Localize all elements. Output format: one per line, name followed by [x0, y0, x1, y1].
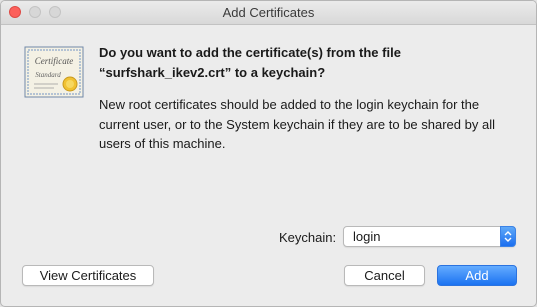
title-bar: Add Certificates	[1, 1, 536, 25]
popup-arrows-icon	[500, 226, 516, 247]
window-title: Add Certificates	[222, 5, 315, 20]
keychain-select[interactable]: login	[343, 226, 516, 247]
message-line-2: current user, or to the System keychain …	[99, 116, 495, 132]
svg-text:Standard: Standard	[35, 71, 61, 79]
add-button[interactable]: Add	[437, 265, 517, 286]
heading-line-1: Do you want to add the certificate(s) fr…	[99, 45, 401, 60]
svg-text:Certificate: Certificate	[35, 56, 74, 66]
keychain-selected-value: login	[353, 229, 381, 244]
dialog-heading: Do you want to add the certificate(s) fr…	[99, 43, 519, 83]
certificate-icon: Certificate Standard	[24, 46, 84, 98]
message-line-1: New root certificates should be added to…	[99, 97, 480, 112]
add-certificates-dialog: Add Certificates Certificate Standard Do…	[0, 0, 537, 307]
cancel-button[interactable]: Cancel	[344, 265, 425, 286]
dialog-message: New root certificates should be added to…	[99, 95, 524, 154]
view-certificates-button[interactable]: View Certificates	[22, 265, 154, 286]
message-line-3: users of this machine.	[99, 136, 226, 151]
heading-line-2: “surfshark_ikev2.crt” to a keychain?	[99, 65, 326, 80]
keychain-label: Keychain:	[279, 230, 337, 245]
